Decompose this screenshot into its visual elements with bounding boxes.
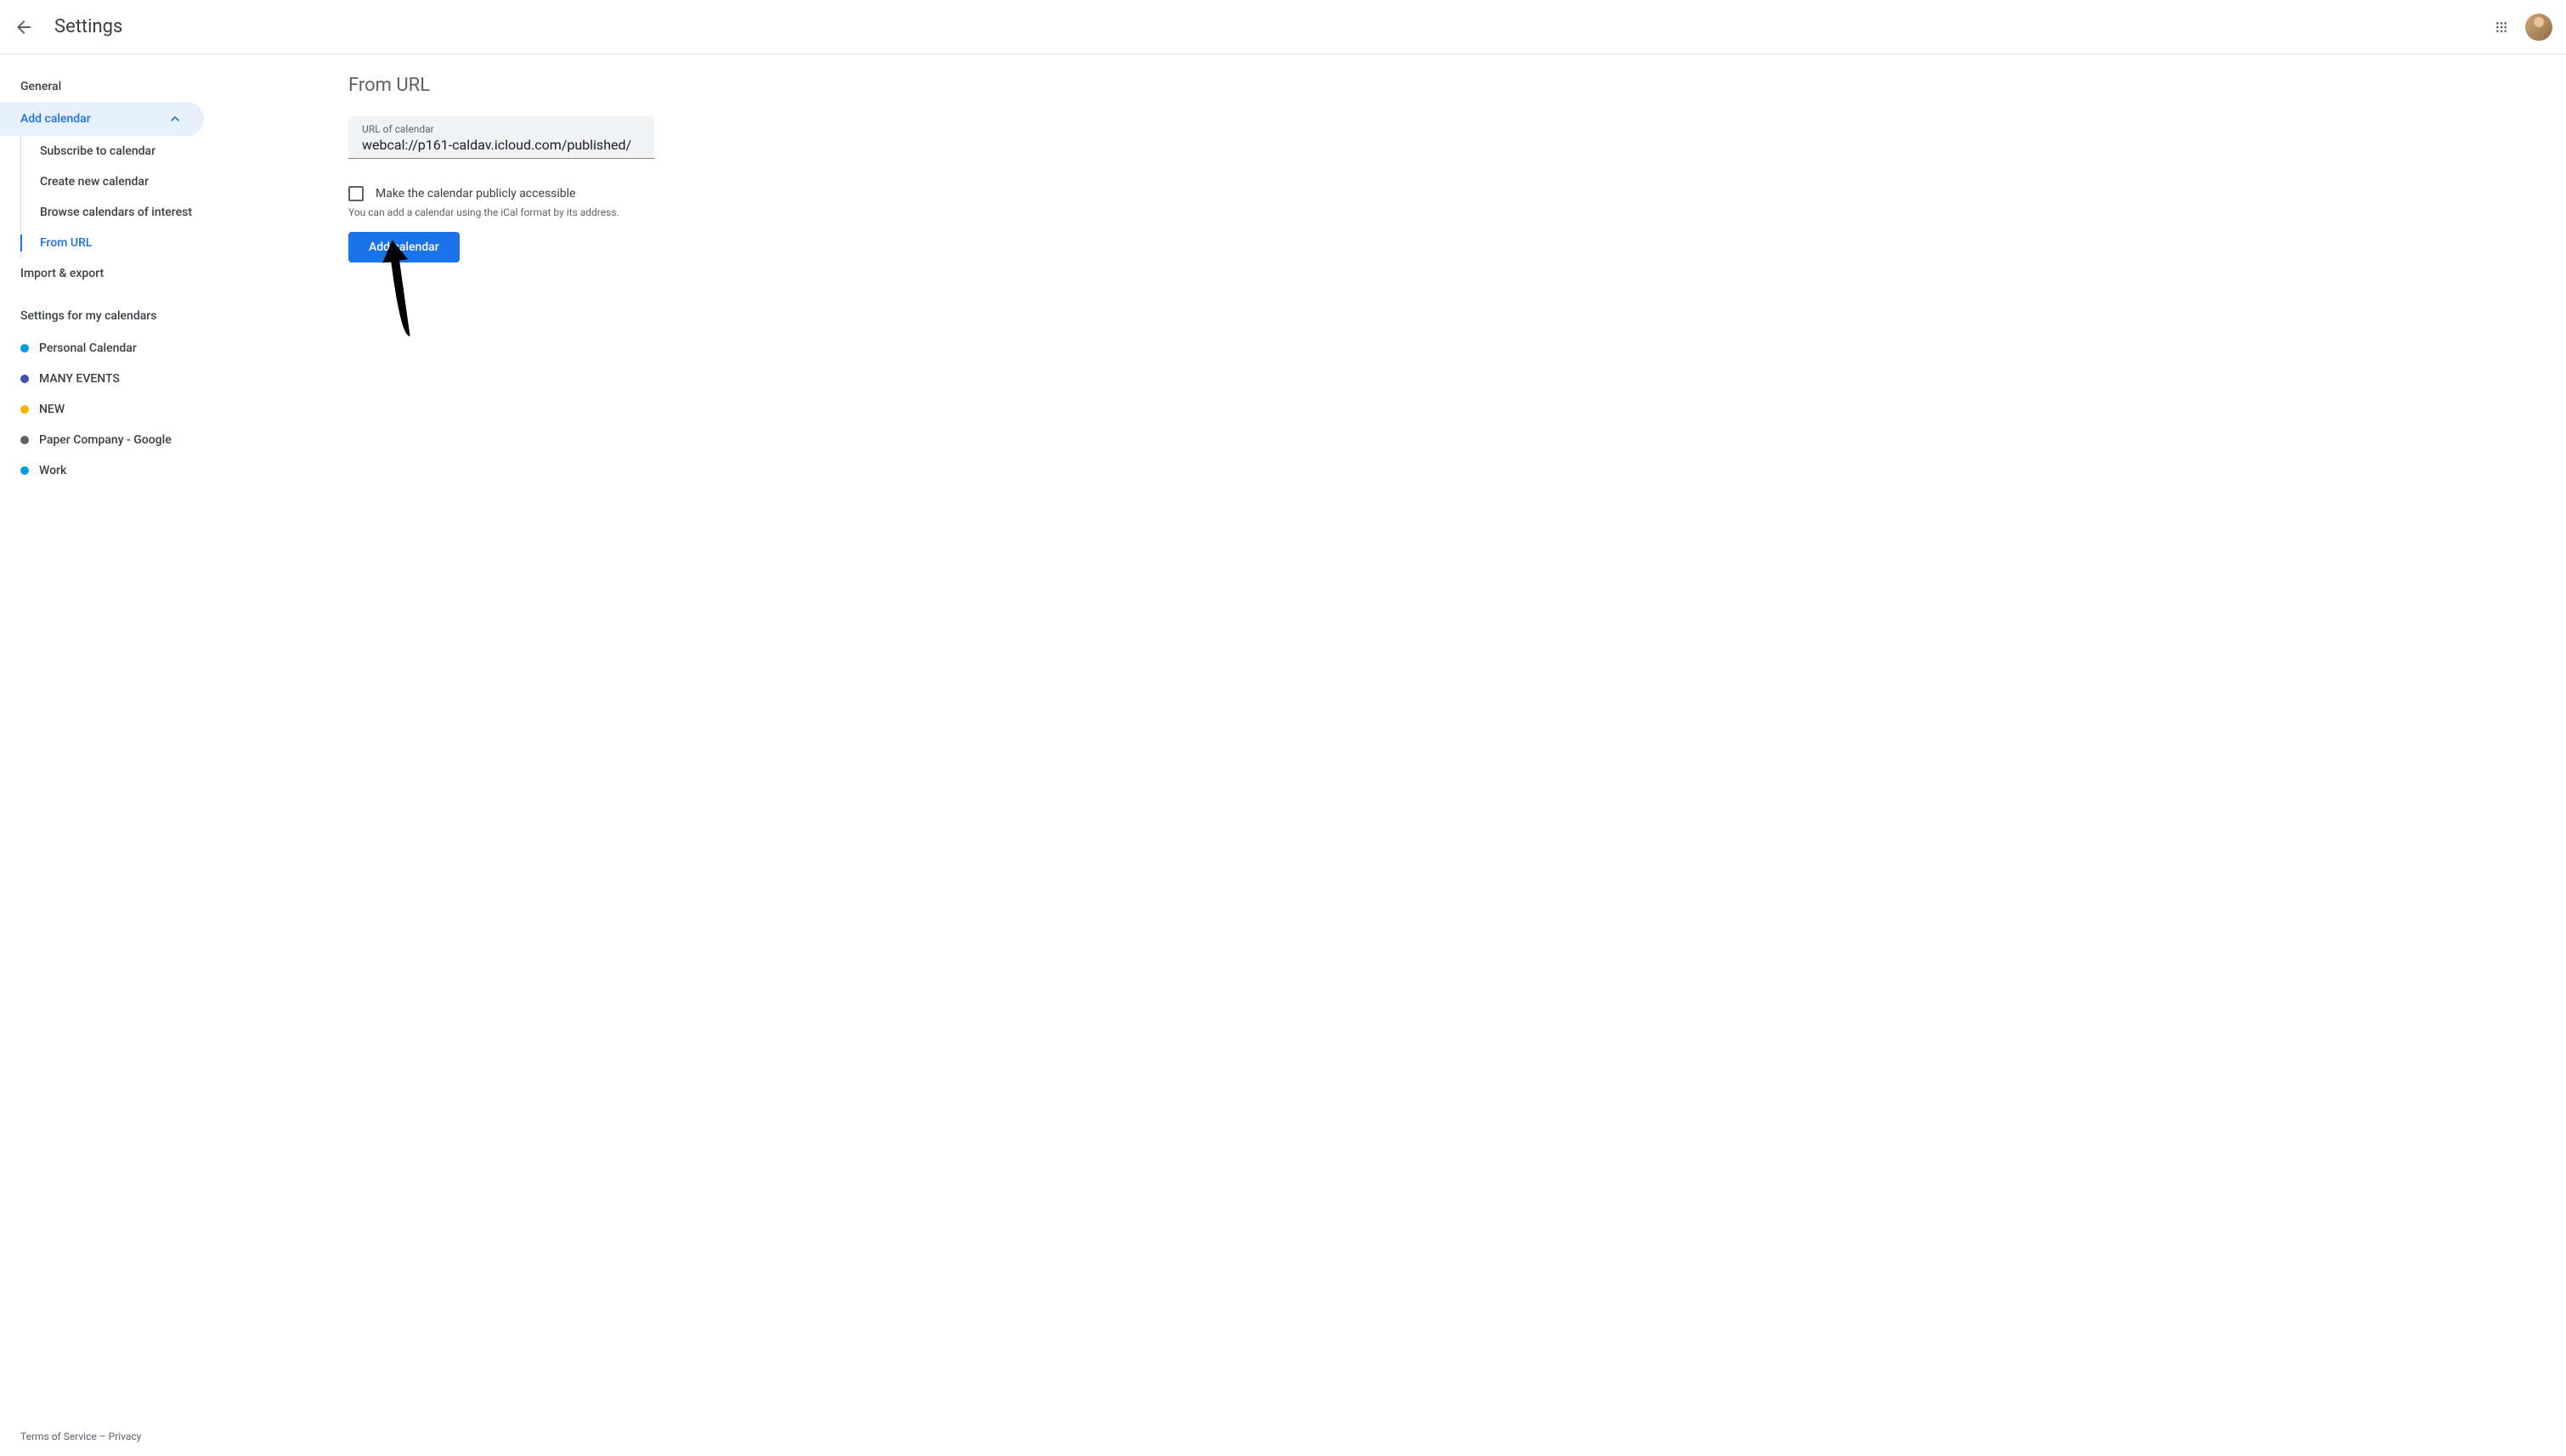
calendar-item[interactable]: Work (0, 455, 221, 486)
color-dot-icon (20, 466, 29, 475)
url-input[interactable] (362, 137, 641, 153)
back-arrow-icon[interactable] (14, 17, 34, 37)
public-checkbox-label: Make the calendar publicly accessible (376, 187, 575, 200)
content: General Add calendar Subscribe to calend… (0, 54, 2566, 1456)
sub-nav: Subscribe to calendar Create new calenda… (20, 136, 221, 258)
sidebar-item-add-calendar[interactable]: Add calendar (0, 102, 204, 136)
add-calendar-button[interactable]: Add calendar (348, 232, 460, 262)
calendar-label: Paper Company - Google (39, 433, 172, 447)
privacy-link[interactable]: Privacy (109, 1431, 142, 1442)
hint-text: You can add a calendar using the iCal fo… (348, 206, 2566, 218)
sidebar-item-label: Add calendar (20, 112, 91, 126)
calendar-item[interactable]: MANY EVENTS (0, 364, 221, 394)
sidebar-item-browse[interactable]: Browse calendars of interest (21, 197, 221, 228)
sidebar: General Add calendar Subscribe to calend… (0, 54, 221, 1456)
sidebar-item-subscribe[interactable]: Subscribe to calendar (21, 136, 221, 166)
calendar-item[interactable]: NEW (0, 394, 221, 425)
main-title: From URL (348, 75, 2566, 96)
footer: Terms of Service – Privacy (20, 1431, 141, 1442)
apps-grid-icon[interactable] (2491, 17, 2512, 37)
header: Settings (0, 0, 2566, 54)
calendar-label: NEW (39, 403, 65, 416)
header-left: Settings (14, 16, 122, 37)
calendar-label: Personal Calendar (39, 341, 137, 355)
sidebar-item-create[interactable]: Create new calendar (21, 166, 221, 197)
calendar-item[interactable]: Personal Calendar (0, 333, 221, 364)
color-dot-icon (20, 436, 29, 444)
sidebar-item-from-url[interactable]: From URL (21, 228, 221, 258)
public-checkbox-row: Make the calendar publicly accessible (348, 186, 2566, 201)
url-input-label: URL of calendar (362, 123, 641, 135)
calendar-label: Work (39, 464, 66, 477)
main: From URL URL of calendar Make the calend… (221, 54, 2566, 1456)
terms-link[interactable]: Terms of Service (20, 1431, 97, 1442)
public-checkbox[interactable] (348, 186, 364, 201)
color-dot-icon (20, 405, 29, 414)
color-dot-icon (20, 344, 29, 353)
sidebar-item-general[interactable]: General (0, 71, 221, 102)
calendar-item[interactable]: Paper Company - Google (0, 425, 221, 455)
url-input-wrapper[interactable]: URL of calendar (348, 116, 654, 159)
calendar-label: MANY EVENTS (39, 372, 120, 386)
page-title: Settings (54, 16, 122, 37)
avatar[interactable] (2525, 14, 2552, 41)
chevron-up-icon (167, 110, 184, 127)
color-dot-icon (20, 375, 29, 383)
section-heading-my-calendars: Settings for my calendars (0, 289, 221, 333)
sidebar-item-import-export[interactable]: Import & export (0, 258, 221, 289)
header-right (2491, 14, 2552, 41)
footer-separator: – (97, 1431, 109, 1442)
